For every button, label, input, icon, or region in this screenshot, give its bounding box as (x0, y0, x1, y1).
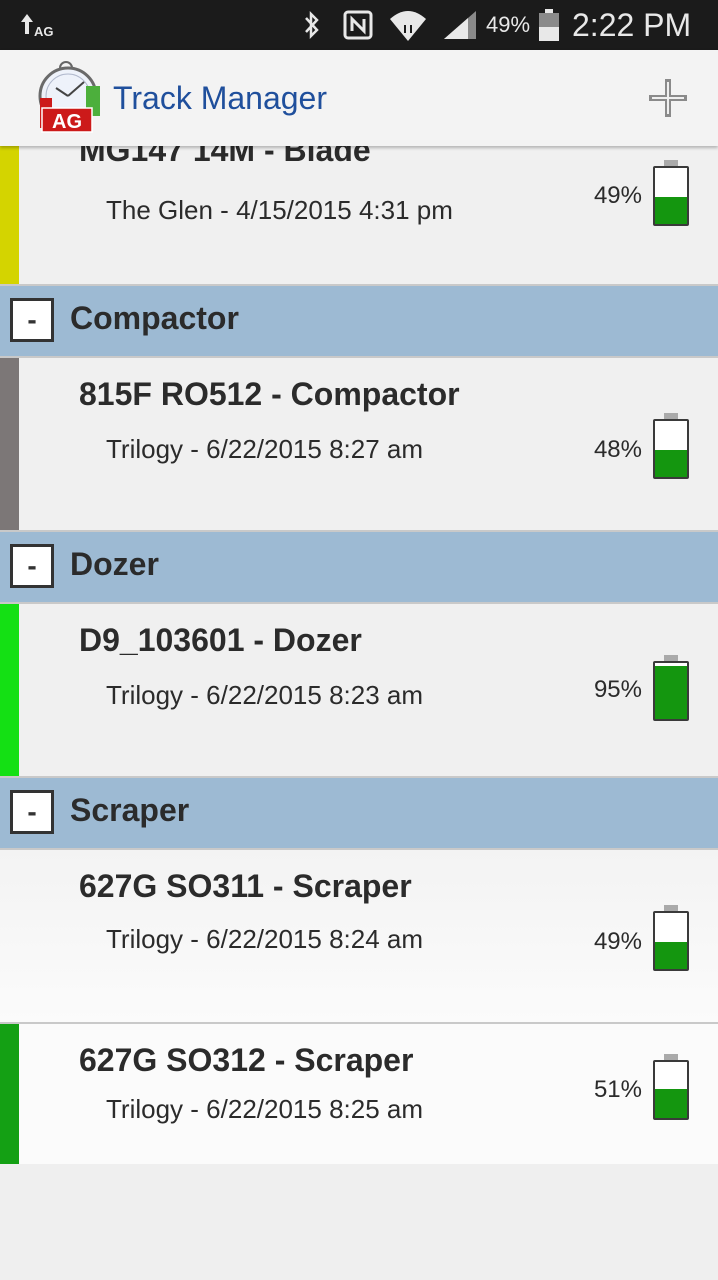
machine-title: 627G SO311 - Scraper (79, 868, 412, 904)
status-stripe (0, 358, 19, 530)
machine-title: 627G SO312 - Scraper (79, 1042, 414, 1078)
machine-row[interactable]: 627G SO312 - Scraper Trilogy - 6/22/2015… (0, 1024, 718, 1164)
status-stripe (0, 1024, 19, 1164)
machine-timestamp: 6/22/2015 8:24 am (206, 924, 424, 954)
machine-location: Trilogy (106, 924, 184, 954)
machine-timestamp: 6/22/2015 8:27 am (206, 434, 424, 464)
battery-percent: 48% (593, 436, 642, 463)
status-stripe (0, 850, 19, 1022)
group-label: Scraper (70, 792, 190, 828)
machine-subtitle: Trilogy - 6/22/2015 8:25 am (106, 1094, 423, 1125)
collapse-button[interactable]: - (10, 790, 54, 834)
track-list: MG147 14M - Blade The Glen - 4/15/2015 4… (0, 0, 718, 1280)
separator: - (183, 924, 207, 954)
machine-timestamp: 6/22/2015 8:25 am (206, 1094, 424, 1124)
group-header-dozer[interactable]: - Dozer (0, 532, 718, 602)
separator: - (183, 1094, 207, 1124)
separator: - (212, 195, 237, 225)
status-stripe (0, 604, 19, 776)
group-label: Compactor (70, 300, 239, 336)
collapse-button[interactable]: - (10, 298, 54, 342)
group-label: Dozer (70, 546, 159, 582)
plus-icon (649, 79, 687, 117)
machine-location: Trilogy (106, 1094, 184, 1124)
machine-row[interactable]: 627G SO311 - Scraper Trilogy - 6/22/2015… (0, 850, 718, 1022)
machine-title: 815F RO512 - Compactor (79, 376, 460, 412)
machine-subtitle: Trilogy - 6/22/2015 8:27 am (106, 434, 423, 465)
group-header-compactor[interactable]: - Compactor (0, 286, 718, 356)
machine-subtitle: Trilogy - 6/22/2015 8:23 am (106, 680, 423, 711)
app-bar: AG Track Manager (0, 50, 718, 146)
machine-timestamp: 6/22/2015 8:23 am (206, 680, 424, 710)
machine-location: Trilogy (106, 680, 184, 710)
machine-timestamp: 4/15/2015 4:31 pm (236, 195, 453, 225)
battery-gauge-icon (653, 160, 689, 226)
battery-gauge-icon (653, 1054, 689, 1120)
machine-location: Trilogy (106, 434, 184, 464)
group-header-scraper[interactable]: - Scraper (0, 778, 718, 848)
machine-row[interactable]: D9_103601 - Dozer Trilogy - 6/22/2015 8:… (0, 604, 718, 776)
separator: - (183, 434, 207, 464)
add-button[interactable] (648, 78, 688, 118)
battery-gauge-icon (653, 413, 689, 479)
machine-subtitle: The Glen - 4/15/2015 4:31 pm (106, 195, 453, 226)
app-logo[interactable]: AG (36, 54, 106, 134)
separator: - (183, 680, 207, 710)
battery-percent: 49% (593, 928, 642, 955)
app-title: Track Manager (113, 80, 327, 116)
battery-percent: 51% (593, 1076, 642, 1103)
battery-gauge-icon (653, 655, 689, 721)
machine-title: D9_103601 - Dozer (79, 622, 362, 658)
battery-gauge-icon (653, 905, 689, 971)
collapse-button[interactable]: - (10, 544, 54, 588)
machine-subtitle: Trilogy - 6/22/2015 8:24 am (106, 924, 423, 955)
battery-percent: 95% (593, 676, 642, 703)
machine-row[interactable]: 815F RO512 - Compactor Trilogy - 6/22/20… (0, 358, 718, 530)
logo-text: AG (52, 111, 82, 133)
machine-location: The Glen (106, 195, 213, 225)
battery-percent: 49% (593, 182, 642, 209)
